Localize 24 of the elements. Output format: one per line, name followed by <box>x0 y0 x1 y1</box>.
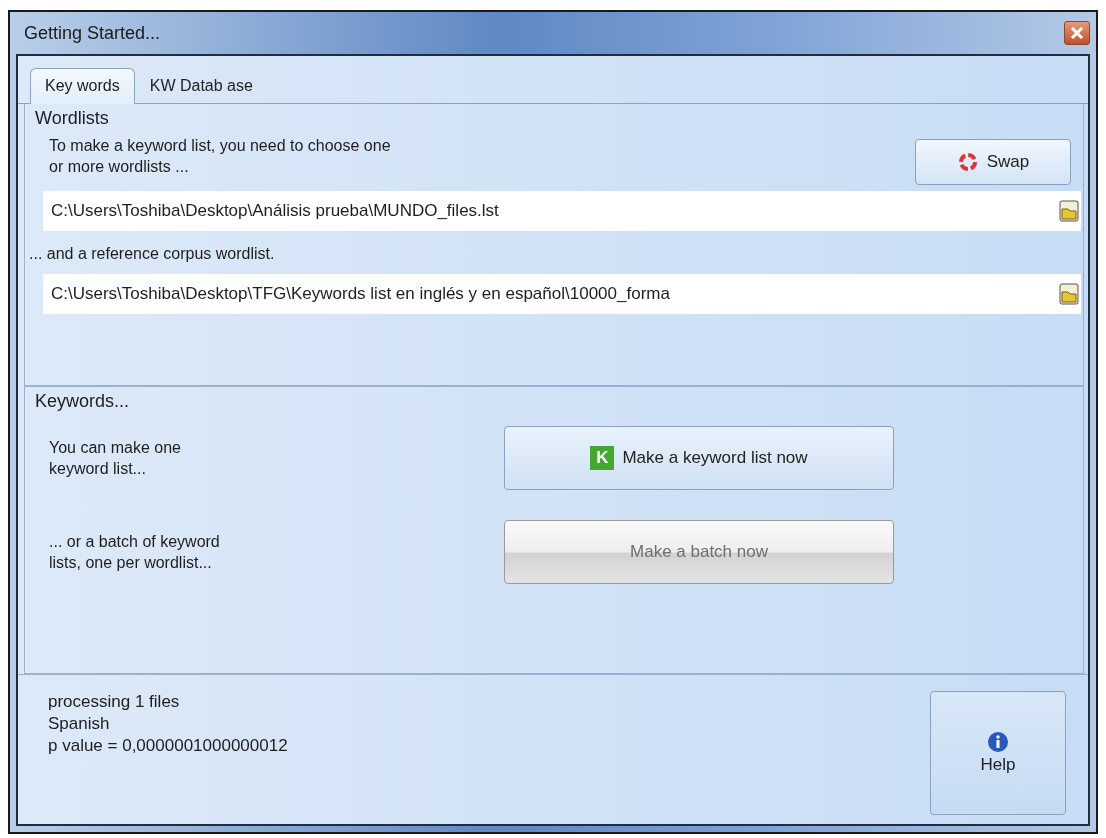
description-text: ... or a batch of keyword lists, one per wordlist... <box>49 532 220 573</box>
info-icon <box>987 731 1009 753</box>
description-text: You can make one keyword list... <box>49 438 181 479</box>
tab[interactable]: KW Datab ase <box>134 68 268 104</box>
tab[interactable]: Key words <box>30 68 135 104</box>
keyword-list-button[interactable]: K Make a keyword list now <box>504 426 894 490</box>
reference-path-field[interactable]: C:\Users\Toshiba\Desktop\TFG\Keywords list en inglés y en español\10000_forma <box>43 274 1081 314</box>
swap-button[interactable]: Swap <box>915 139 1071 185</box>
status-text: p value = 0,0000001000000012 <box>48 735 288 757</box>
instruction-text: To make a keyword list, you need to choose one or more wordlists ... <box>49 136 391 177</box>
reference-label: ... and a reference corpus wordlist. <box>29 244 276 264</box>
close-icon <box>1070 27 1084 39</box>
window-title: Getting Started... <box>24 22 161 44</box>
wordlist-path-field[interactable]: C:\Users\Toshiba\Desktop\Análisis prueba\MUNDO_files.lst <box>43 191 1081 231</box>
k-icon: K <box>590 446 615 470</box>
help-button[interactable]: Help <box>930 691 1066 815</box>
status-text: processing 1 files <box>48 691 181 713</box>
status-text: Spanish <box>48 713 111 735</box>
folder-icon[interactable] <box>1059 200 1079 222</box>
close-button[interactable] <box>1064 21 1090 45</box>
swap-icon <box>956 151 979 173</box>
group-title: Keywords... <box>35 390 131 412</box>
group-title: Wordlists <box>35 107 110 129</box>
folder-icon[interactable] <box>1059 283 1079 305</box>
